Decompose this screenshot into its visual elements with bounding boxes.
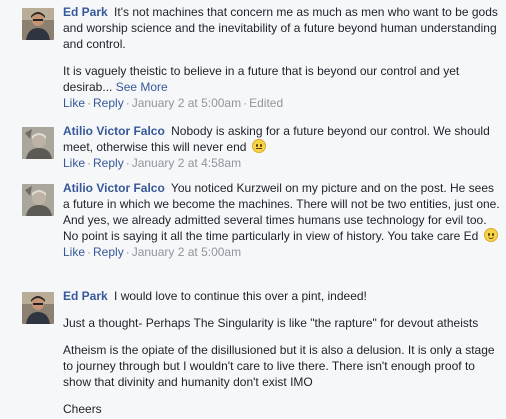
- comment-author[interactable]: Atilio Victor Falco: [63, 181, 165, 195]
- comment-timestamp[interactable]: January 2 at 4:58am: [132, 156, 241, 170]
- comment-text: I would love to continue this over a pin…: [114, 289, 367, 303]
- comment-actions: Like · Reply · January 2 at 5:00am: [63, 245, 242, 259]
- comment-actions: Like · Reply · January 2 at 4:58am: [63, 156, 242, 170]
- avatar-atilio-falco[interactable]: [22, 127, 54, 159]
- comment-author[interactable]: Atilio Victor Falco: [63, 124, 165, 138]
- comment-thread: Ed Park It's not machines that concern m…: [0, 0, 506, 419]
- comment-author[interactable]: Ed Park: [63, 5, 108, 19]
- like-button[interactable]: Like: [63, 156, 85, 170]
- comment-author[interactable]: Ed Park: [63, 289, 108, 303]
- comment-text: Just a thought- Perhaps The Singularity …: [63, 316, 479, 330]
- comment-text: Cheers: [63, 402, 102, 416]
- comment-text: Atheism is the opiate of the disillusion…: [63, 343, 495, 389]
- comment-timestamp[interactable]: January 2 at 5:00am: [132, 245, 241, 259]
- comment-timestamp[interactable]: January 2 at 5:00am: [132, 96, 241, 110]
- avatar-atilio-falco[interactable]: [22, 184, 54, 216]
- reply-button[interactable]: Reply: [93, 96, 124, 110]
- like-button[interactable]: Like: [63, 245, 85, 259]
- comment-text: It's not machines that concern me as muc…: [63, 5, 498, 51]
- neutral-face-emoji: [251, 139, 266, 153]
- avatar-ed-park[interactable]: [22, 292, 54, 324]
- smile-emoji: [483, 228, 498, 242]
- avatar-ed-park[interactable]: [22, 8, 54, 40]
- see-more-link[interactable]: See More: [116, 80, 168, 94]
- reply-button[interactable]: Reply: [93, 156, 124, 170]
- edited-label[interactable]: Edited: [249, 96, 283, 110]
- comment-actions: Like · Reply · January 2 at 5:00am · Edited: [63, 96, 284, 110]
- reply-button[interactable]: Reply: [93, 245, 124, 259]
- like-button[interactable]: Like: [63, 96, 85, 110]
